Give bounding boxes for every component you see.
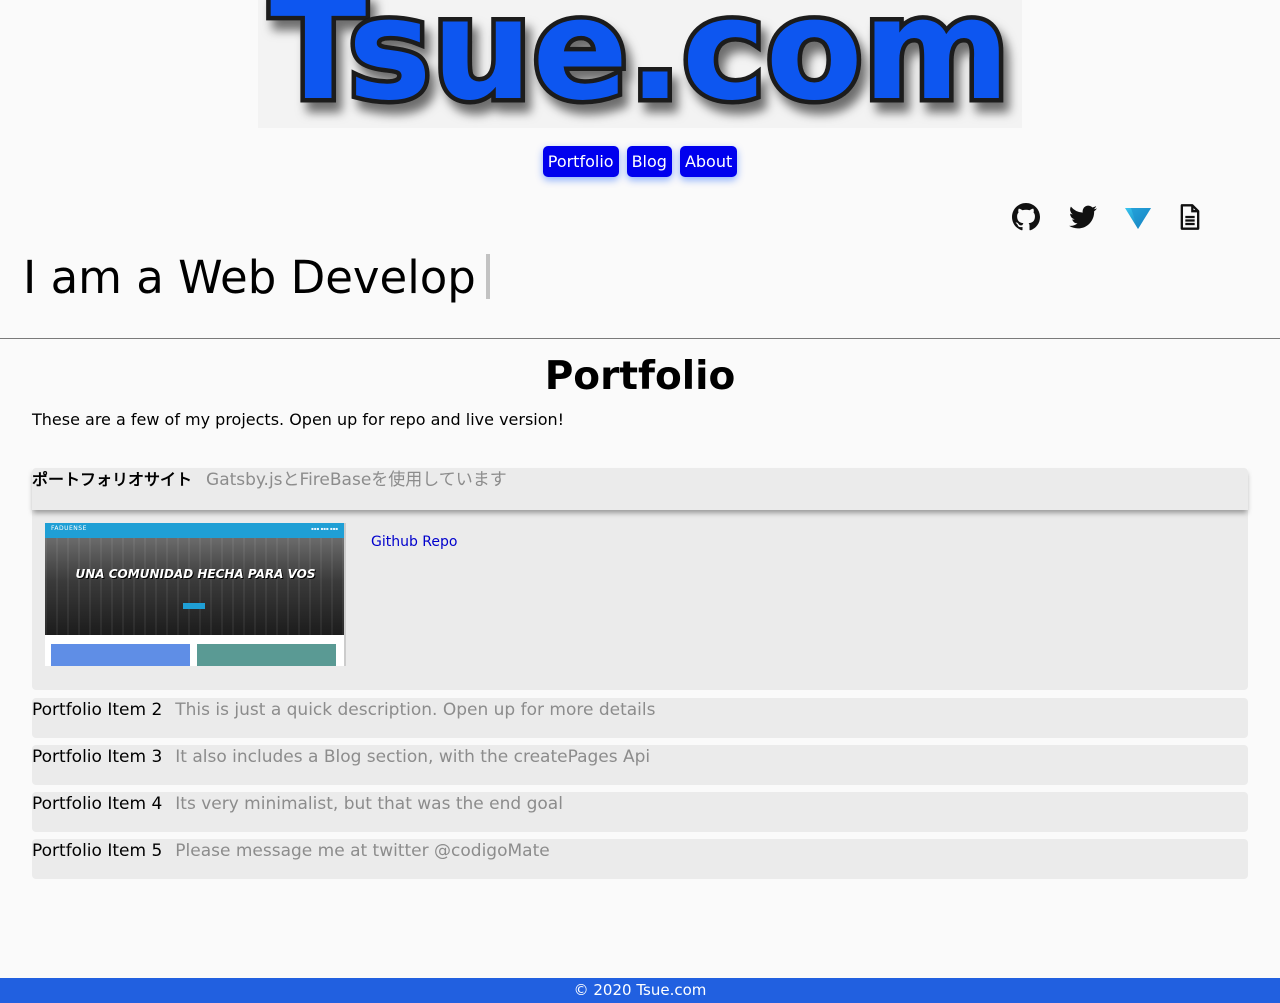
portfolio-item-3-header[interactable]: Portfolio Item 3 It also includes a Blog… (32, 745, 1248, 785)
portfolio-item-4-header[interactable]: Portfolio Item 4 Its very minimalist, bu… (32, 792, 1248, 832)
portfolio-item-description: Its very minimalist, but that was the en… (175, 794, 563, 814)
divider (0, 338, 1280, 339)
project-screenshot: FADUENSE ▪▪▪ ▪▪▪ ▪▪▪ UNA COMUNIDAD HECHA… (45, 523, 346, 666)
portfolio-item-5[interactable]: Portfolio Item 5 Please message me at tw… (32, 839, 1248, 879)
screenshot-hero-button (183, 603, 205, 609)
portfolio-item-title: Portfolio Item 2 (32, 700, 163, 720)
portfolio-intro: These are a few of my projects. Open up … (32, 410, 565, 429)
github-repo-link[interactable]: Github Repo (371, 534, 457, 550)
portfolio-item-title: Portfolio Item 4 (32, 794, 163, 814)
portfolio-item-5-header[interactable]: Portfolio Item 5 Please message me at tw… (32, 839, 1248, 879)
typed-headline: I am a Web Develop (23, 250, 490, 306)
nav-blog-button[interactable]: Blog (626, 146, 672, 177)
screenshot-hero-text: UNA COMUNIDAD HECHA PARA VOS (75, 567, 316, 581)
typing-cursor (485, 254, 490, 299)
portfolio-item-description: Gatsby.jsとFireBaseを使用しています (206, 470, 507, 490)
portfolio-item-title: ポートフォリオサイト (32, 470, 193, 489)
portfolio-item-2[interactable]: Portfolio Item 2 This is just a quick de… (32, 698, 1248, 738)
screenshot-menu: ▪▪▪ ▪▪▪ ▪▪▪ (311, 526, 338, 531)
nav-about-button[interactable]: About (679, 146, 738, 177)
portfolio-item-1-header[interactable]: ポートフォリオサイト Gatsby.jsとFireBaseを使用しています (32, 468, 1248, 510)
main-nav: Portfolio Blog About (0, 146, 1280, 177)
resume-document-icon[interactable] (1176, 203, 1204, 231)
portfolio-item-title: Portfolio Item 3 (32, 747, 163, 767)
nav-portfolio-button[interactable]: Portfolio (542, 146, 619, 177)
page: Tsue.com Portfolio Blog About I am a Web… (0, 0, 1280, 1003)
portfolio-title: Portfolio (544, 354, 736, 399)
site-footer: © 2020 Tsue.com (0, 978, 1280, 1003)
site-logo-text: Tsue.com (270, 0, 1010, 128)
portfolio-item-description: This is just a quick description. Open u… (175, 700, 656, 720)
portfolio-item-4[interactable]: Portfolio Item 4 Its very minimalist, bu… (32, 792, 1248, 832)
portfolio-item-title: Portfolio Item 5 (32, 841, 163, 861)
vercel-icon[interactable] (1124, 203, 1152, 231)
screenshot-brand: FADUENSE (51, 525, 87, 532)
screenshot-tile (51, 644, 190, 666)
twitter-icon[interactable] (1069, 203, 1097, 231)
portfolio-item-3[interactable]: Portfolio Item 3 It also includes a Blog… (32, 745, 1248, 785)
typed-text: I am a Web Develop (23, 251, 476, 304)
portfolio-item-description: It also includes a Blog section, with th… (175, 747, 651, 767)
portfolio-item-1: ポートフォリオサイト Gatsby.jsとFireBaseを使用しています FA… (32, 468, 1248, 690)
screenshot-tile (197, 644, 336, 666)
github-icon[interactable] (1012, 203, 1040, 231)
footer-copyright: © 2020 Tsue.com (573, 981, 707, 999)
site-logo[interactable]: Tsue.com (258, 0, 1022, 128)
portfolio-item-2-header[interactable]: Portfolio Item 2 This is just a quick de… (32, 698, 1248, 738)
screenshot-topbar (45, 523, 344, 538)
portfolio-item-description: Please message me at twitter @codigoMate (175, 841, 550, 861)
